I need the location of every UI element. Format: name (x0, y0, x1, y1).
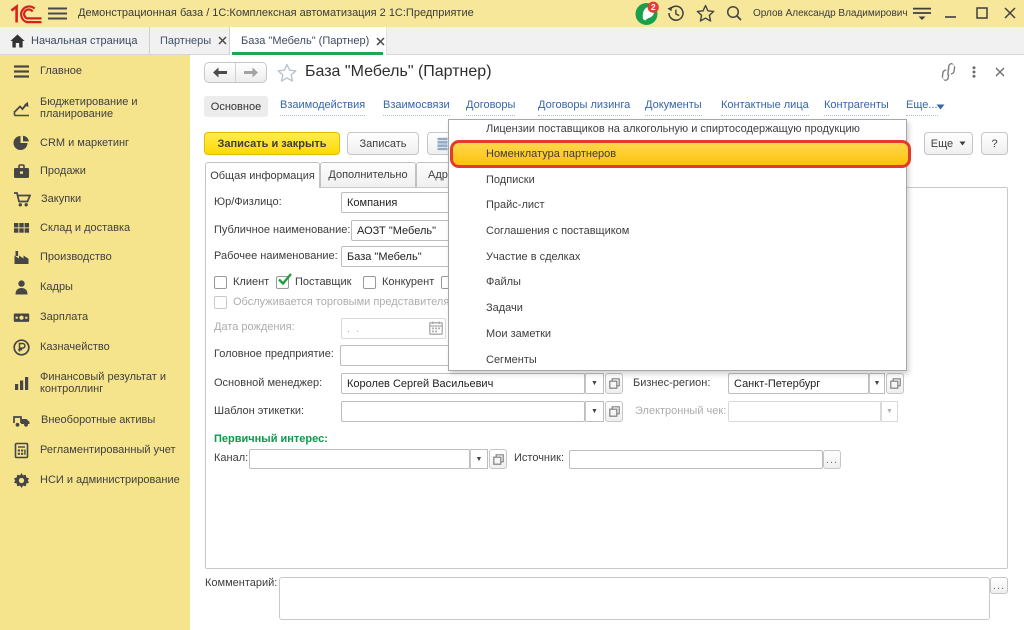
svg-text:2: 2 (651, 2, 656, 12)
